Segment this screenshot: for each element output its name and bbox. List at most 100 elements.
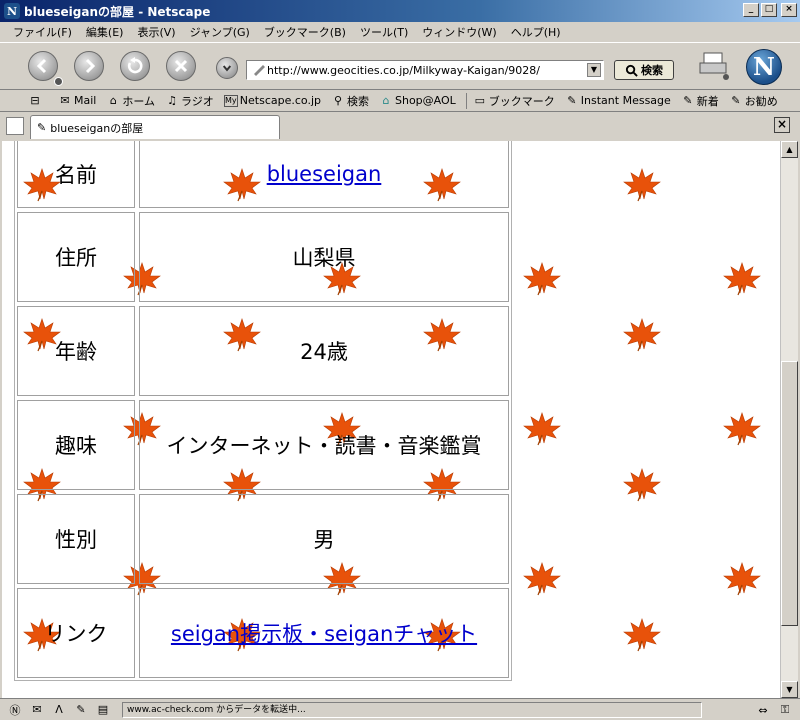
security-icon[interactable]: ⚿ [776,702,794,718]
mail-icon: ✉ [60,94,70,107]
mail-link[interactable]: ✉ Mail [58,94,96,107]
menu-view[interactable]: 表示(V) [130,24,182,40]
profile-table: 名前 blueseigan 住所 山梨県 年齢 24歳 趣味 インターネット・読… [14,141,512,681]
page-icon [254,65,265,76]
shop-aol-link[interactable]: ⌂ Shop@AOL [379,94,456,107]
arrow-left-icon [36,58,47,74]
bookmark-icon: ✎ [683,94,693,107]
menu-window[interactable]: ウィンドウ(W) [415,24,503,40]
back-history-dropdown[interactable] [54,77,63,86]
search-icon: ⚲ [333,94,343,107]
folder-icon: ▭ [474,94,485,107]
bookmark-icon: ✎ [37,121,47,134]
address-book-icon[interactable]: ▤ [94,702,112,718]
online-status-icon[interactable]: ⇔ [754,702,772,718]
chevron-down-icon [222,65,232,72]
label-links: リンク [17,588,135,678]
mail-icon[interactable]: ✉ [28,702,46,718]
new-tab-icon[interactable] [6,117,24,135]
home-tab-button[interactable]: ⊟ [28,94,42,107]
aim-icon[interactable]: ᐱ [50,702,68,718]
table-row: 趣味 インターネット・読書・音楽鑑賞 [15,398,511,492]
status-bar: Ⓝ ✉ ᐱ ✎ ▤ www.ac-check.com からデータを転送中... … [0,698,800,720]
url-history-button[interactable] [216,57,238,79]
value-gender: 男 [139,494,509,584]
title-bar: N blueseiganの部屋 - Netscape _ □ × [0,0,800,22]
netscape-icon: N [4,3,20,19]
magnifier-icon [625,64,638,77]
search-link[interactable]: ⚲ 検索 [331,93,369,109]
menu-help[interactable]: ヘルプ(H) [504,24,568,40]
menu-file[interactable]: ファイル(F) [6,24,79,40]
scroll-up-button[interactable]: ▲ [781,141,798,158]
netscape-logo[interactable]: N [746,49,782,85]
url-input[interactable] [267,63,577,77]
search-button[interactable]: 検索 [614,60,674,80]
page-content: 名前 blueseigan 住所 山梨県 年齢 24歳 趣味 インターネット・読… [2,141,780,698]
table-row: 住所 山梨県 [15,210,511,304]
vertical-scrollbar[interactable]: ▲ ▼ [780,141,798,698]
table-row: 性別 男 [15,492,511,586]
value-age: 24歳 [139,306,509,396]
svg-text:N: N [7,5,17,18]
stop-icon [174,59,188,73]
label-gender: 性別 [17,494,135,584]
menu-bookmarks[interactable]: ブックマーク(B) [257,24,353,40]
forward-button[interactable] [74,51,104,81]
bookmark-icon: ✎ [731,94,741,107]
window-title: blueseiganの部屋 - Netscape [24,4,211,19]
url-dropdown-button[interactable]: ▼ [587,63,601,77]
bookmark-icon: ✎ [567,94,577,107]
radio-link[interactable]: ♫ ラジオ [165,93,214,109]
scroll-thumb[interactable] [781,361,798,626]
home-link[interactable]: ⌂ ホーム [106,93,155,109]
print-icon[interactable] [698,51,730,81]
personal-toolbar: ⊟ ✉ Mail ⌂ ホーム ♫ ラジオ My Netscape.co.jp ⚲ 検索 ⌂… [0,90,800,112]
label-address: 住所 [17,212,135,302]
name-link[interactable]: blueseigan [267,162,382,186]
tab-blueseigan[interactable]: ✎ blueseiganの部屋 [30,115,280,139]
netscape-small-icon[interactable]: Ⓝ [6,702,24,718]
navigation-toolbar: ▼ 検索 N [0,42,800,90]
close-tab-button[interactable]: × [774,117,790,133]
recommend-link[interactable]: ✎ お勧め [729,93,778,109]
url-bar: ▼ [246,60,604,80]
new-link[interactable]: ✎ 新着 [681,93,719,109]
headphones-icon: ♫ [167,94,177,107]
netscape-link[interactable]: My Netscape.co.jp [223,94,321,107]
minimize-button[interactable]: _ [743,3,759,17]
value-address: 山梨県 [139,212,509,302]
composer-icon[interactable]: ✎ [72,702,90,718]
reload-button[interactable] [120,51,150,81]
menu-tools[interactable]: ツール(T) [353,24,415,40]
tab-label: blueseiganの部屋 [50,121,144,135]
bookmarks-link[interactable]: ▭ ブックマーク [473,93,555,109]
tab-home-icon: ⊟ [30,94,40,107]
stop-button[interactable] [166,51,196,81]
tab-bar: ✎ blueseiganの部屋 × [0,113,800,140]
maximize-button[interactable]: □ [761,3,777,17]
my-netscape-icon: My [223,94,238,107]
label-name: 名前 [17,141,135,208]
house-icon: ⌂ [109,94,117,107]
value-links: seigan掲示板・seiganチャット [139,588,509,678]
scroll-down-button[interactable]: ▼ [781,681,798,698]
menu-bar: ファイル(F) 編集(E) 表示(V) ジャンプ(G) ブックマーク(B) ツー… [0,22,800,42]
back-button[interactable] [28,51,58,81]
arrow-right-icon [85,58,96,74]
label-age: 年齢 [17,306,135,396]
value-name: blueseigan [139,141,509,208]
menu-edit[interactable]: 編集(E) [79,24,131,40]
status-text: www.ac-check.com からデータを転送中... [122,701,702,718]
board-chat-link[interactable]: seigan掲示板・seiganチャット [171,618,477,648]
instant-message-link[interactable]: ✎ Instant Message [565,94,671,107]
reload-icon [127,57,143,74]
menu-go[interactable]: ジャンプ(G) [183,24,257,40]
search-button-label: 検索 [641,64,663,77]
toolbar-separator [465,92,467,109]
label-hobby: 趣味 [17,400,135,490]
close-button[interactable]: × [781,3,797,17]
shop-icon: ⌂ [382,94,390,107]
table-row: 名前 blueseigan [15,141,511,210]
table-row: 年齢 24歳 [15,304,511,398]
